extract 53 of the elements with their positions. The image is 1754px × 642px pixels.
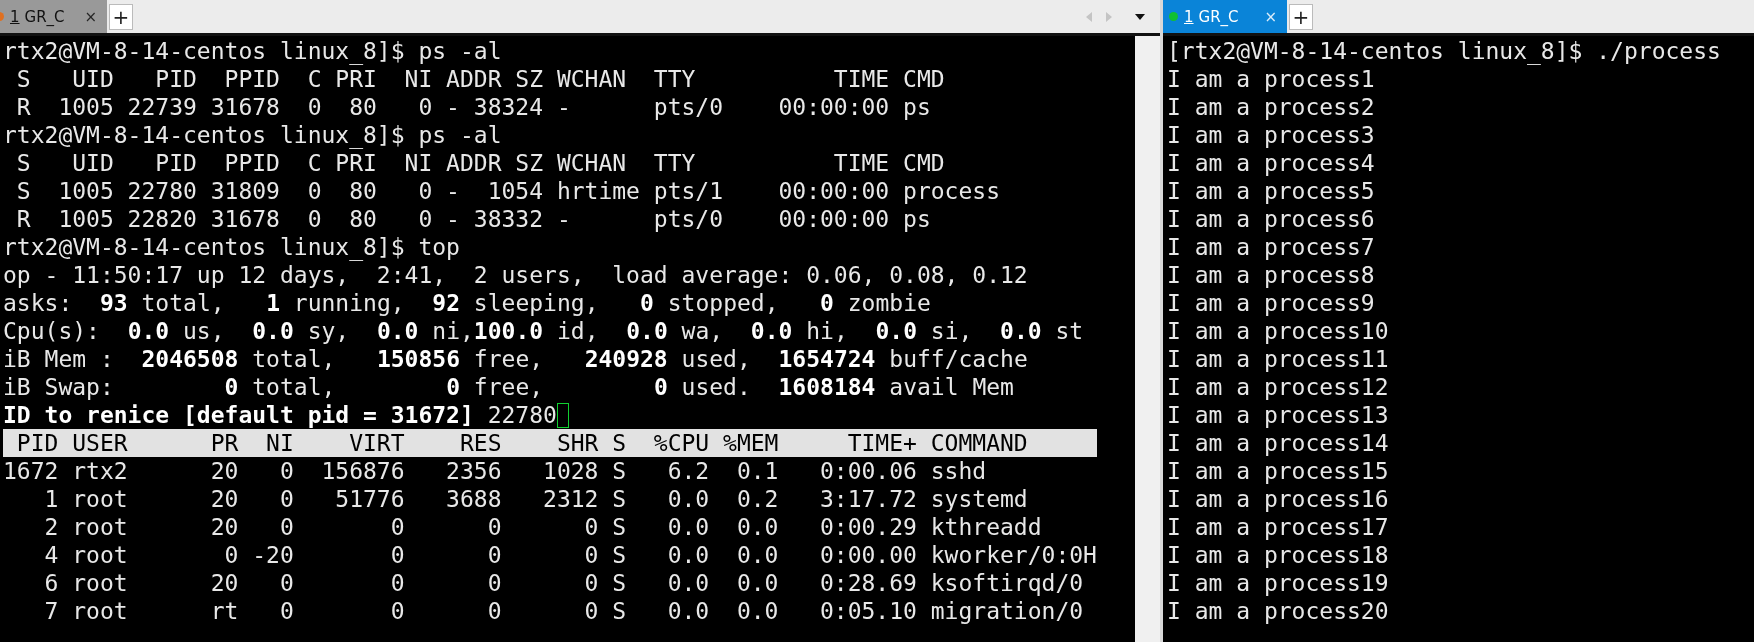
terminal-line: asks: 93 total, 1 running, 92 sleeping, 0 stopped, 0 zombie (3, 289, 931, 317)
terminal-line: I am a process4 (1167, 149, 1375, 177)
terminal-line: rtx2@VM-8-14-centos linux_8]$ top (3, 233, 460, 261)
cursor-icon (556, 402, 569, 428)
terminal-line: I am a process9 (1167, 289, 1375, 317)
terminal-line: I am a process14 (1167, 429, 1389, 457)
terminal-line: I am a process8 (1167, 261, 1375, 289)
terminal-line: I am a process3 (1167, 121, 1375, 149)
terminal-line: I am a process12 (1167, 373, 1389, 401)
scrollbar[interactable] (1135, 36, 1160, 642)
terminal-line: R 1005 22820 31678 0 80 0 - 38332 - pts/0 00:00:00 ps (15, 205, 931, 233)
terminal-line: iB Mem : 2046508 total, 150856 free, 240928 used, 1654724 buff/cache (3, 345, 1028, 373)
dropdown-icon[interactable] (1134, 12, 1146, 21)
terminal-line: I am a process17 (1167, 513, 1389, 541)
table-header: PID USER PR NI VIRT RES SHR S %CPU %MEM TIME+ COMMAND (3, 429, 1097, 457)
terminal-line: Cpu(s): 0.0 us, 0.0 sy, 0.0 ni,100.0 id, 0.0 wa, 0.0 hi, 0.0 si, 0.0 st (3, 317, 1084, 345)
terminal-line: I am a process6 (1167, 205, 1375, 233)
new-tab-button[interactable]: + (1289, 3, 1313, 30)
terminal-tab[interactable]: 1 GR_C × (0, 0, 107, 33)
terminal-line: S UID PID PPID C PRI NI ADDR SZ WCHAN TTY TIME CMD (15, 65, 945, 93)
close-tab-button[interactable]: × (84, 7, 97, 26)
terminal-line: I am a process20 (1167, 597, 1389, 625)
terminal-line: I am a process7 (1167, 233, 1375, 261)
terminal-line: 4 root 0 -20 0 0 0 S 0.0 0.0 0:00.00 kworker/0:0H (43, 541, 1097, 569)
terminal-line: S UID PID PPID C PRI NI ADDR SZ WCHAN TTY TIME CMD (15, 149, 945, 177)
terminal-line: op - 11:50:17 up 12 days, 2:41, 2 users, load average: 0.06, 0.08, 0.12 (3, 261, 1028, 289)
terminal-line: rtx2@VM-8-14-centos linux_8]$ ps -al (3, 37, 502, 65)
terminal-line: I am a process15 (1167, 457, 1389, 485)
terminal-line: 2 root 20 0 0 0 0 S 0.0 0.0 0:00.29 kthreadd (43, 513, 1042, 541)
terminal-line: [rtx2@VM-8-14-centos linux_8]$ ./process (1167, 37, 1721, 65)
terminal-line: iB Swap: 0 total, 0 free, 0 used. 1608184 avail Mem (3, 373, 1014, 401)
terminal-line: 1 root 20 0 51776 3688 2312 S 0.0 0.2 3:17.72 systemd (43, 485, 1028, 513)
terminal-line: I am a process18 (1167, 541, 1389, 569)
terminal-line: rtx2@VM-8-14-centos linux_8]$ ps -al (3, 121, 502, 149)
terminal-line: I am a process13 (1167, 401, 1389, 429)
terminal-line: I am a process2 (1167, 93, 1375, 121)
terminal-line: 7 root rt 0 0 0 0 S 0.0 0.0 0:05.10 migration/0 (43, 597, 1084, 625)
terminal-line: R 1005 22739 31678 0 80 0 - 38324 - pts/0 00:00:00 ps (15, 93, 931, 121)
terminal-line: ID to renice [default pid = 31672] 22780 (3, 401, 557, 429)
terminal-line: I am a process16 (1167, 485, 1389, 513)
scroll-right-icon[interactable] (1104, 10, 1114, 23)
scroll-left-icon[interactable] (1084, 10, 1094, 23)
terminal-line: 1672 rtx2 20 0 156876 2356 1028 S 6.2 0.1 0:00.06 sshd (3, 457, 987, 485)
terminal-tab[interactable]: 1 GR_C × (1163, 0, 1287, 33)
terminal-line: I am a process11 (1167, 345, 1389, 373)
terminal-line: 6 root 20 0 0 0 0 S 0.0 0.0 0:28.69 ksoftirqd/0 (43, 569, 1084, 597)
close-tab-button[interactable]: × (1264, 7, 1277, 26)
terminal-line: I am a process10 (1167, 317, 1389, 345)
terminal-line: I am a process1 (1167, 65, 1375, 93)
terminal-line: I am a process19 (1167, 569, 1389, 597)
terminal-line: I am a process5 (1167, 177, 1375, 205)
terminal-line: S 1005 22780 31809 0 80 0 - 1054 hrtime pts/1 00:00:00 process (15, 177, 1000, 205)
new-tab-button[interactable]: + (109, 3, 133, 30)
